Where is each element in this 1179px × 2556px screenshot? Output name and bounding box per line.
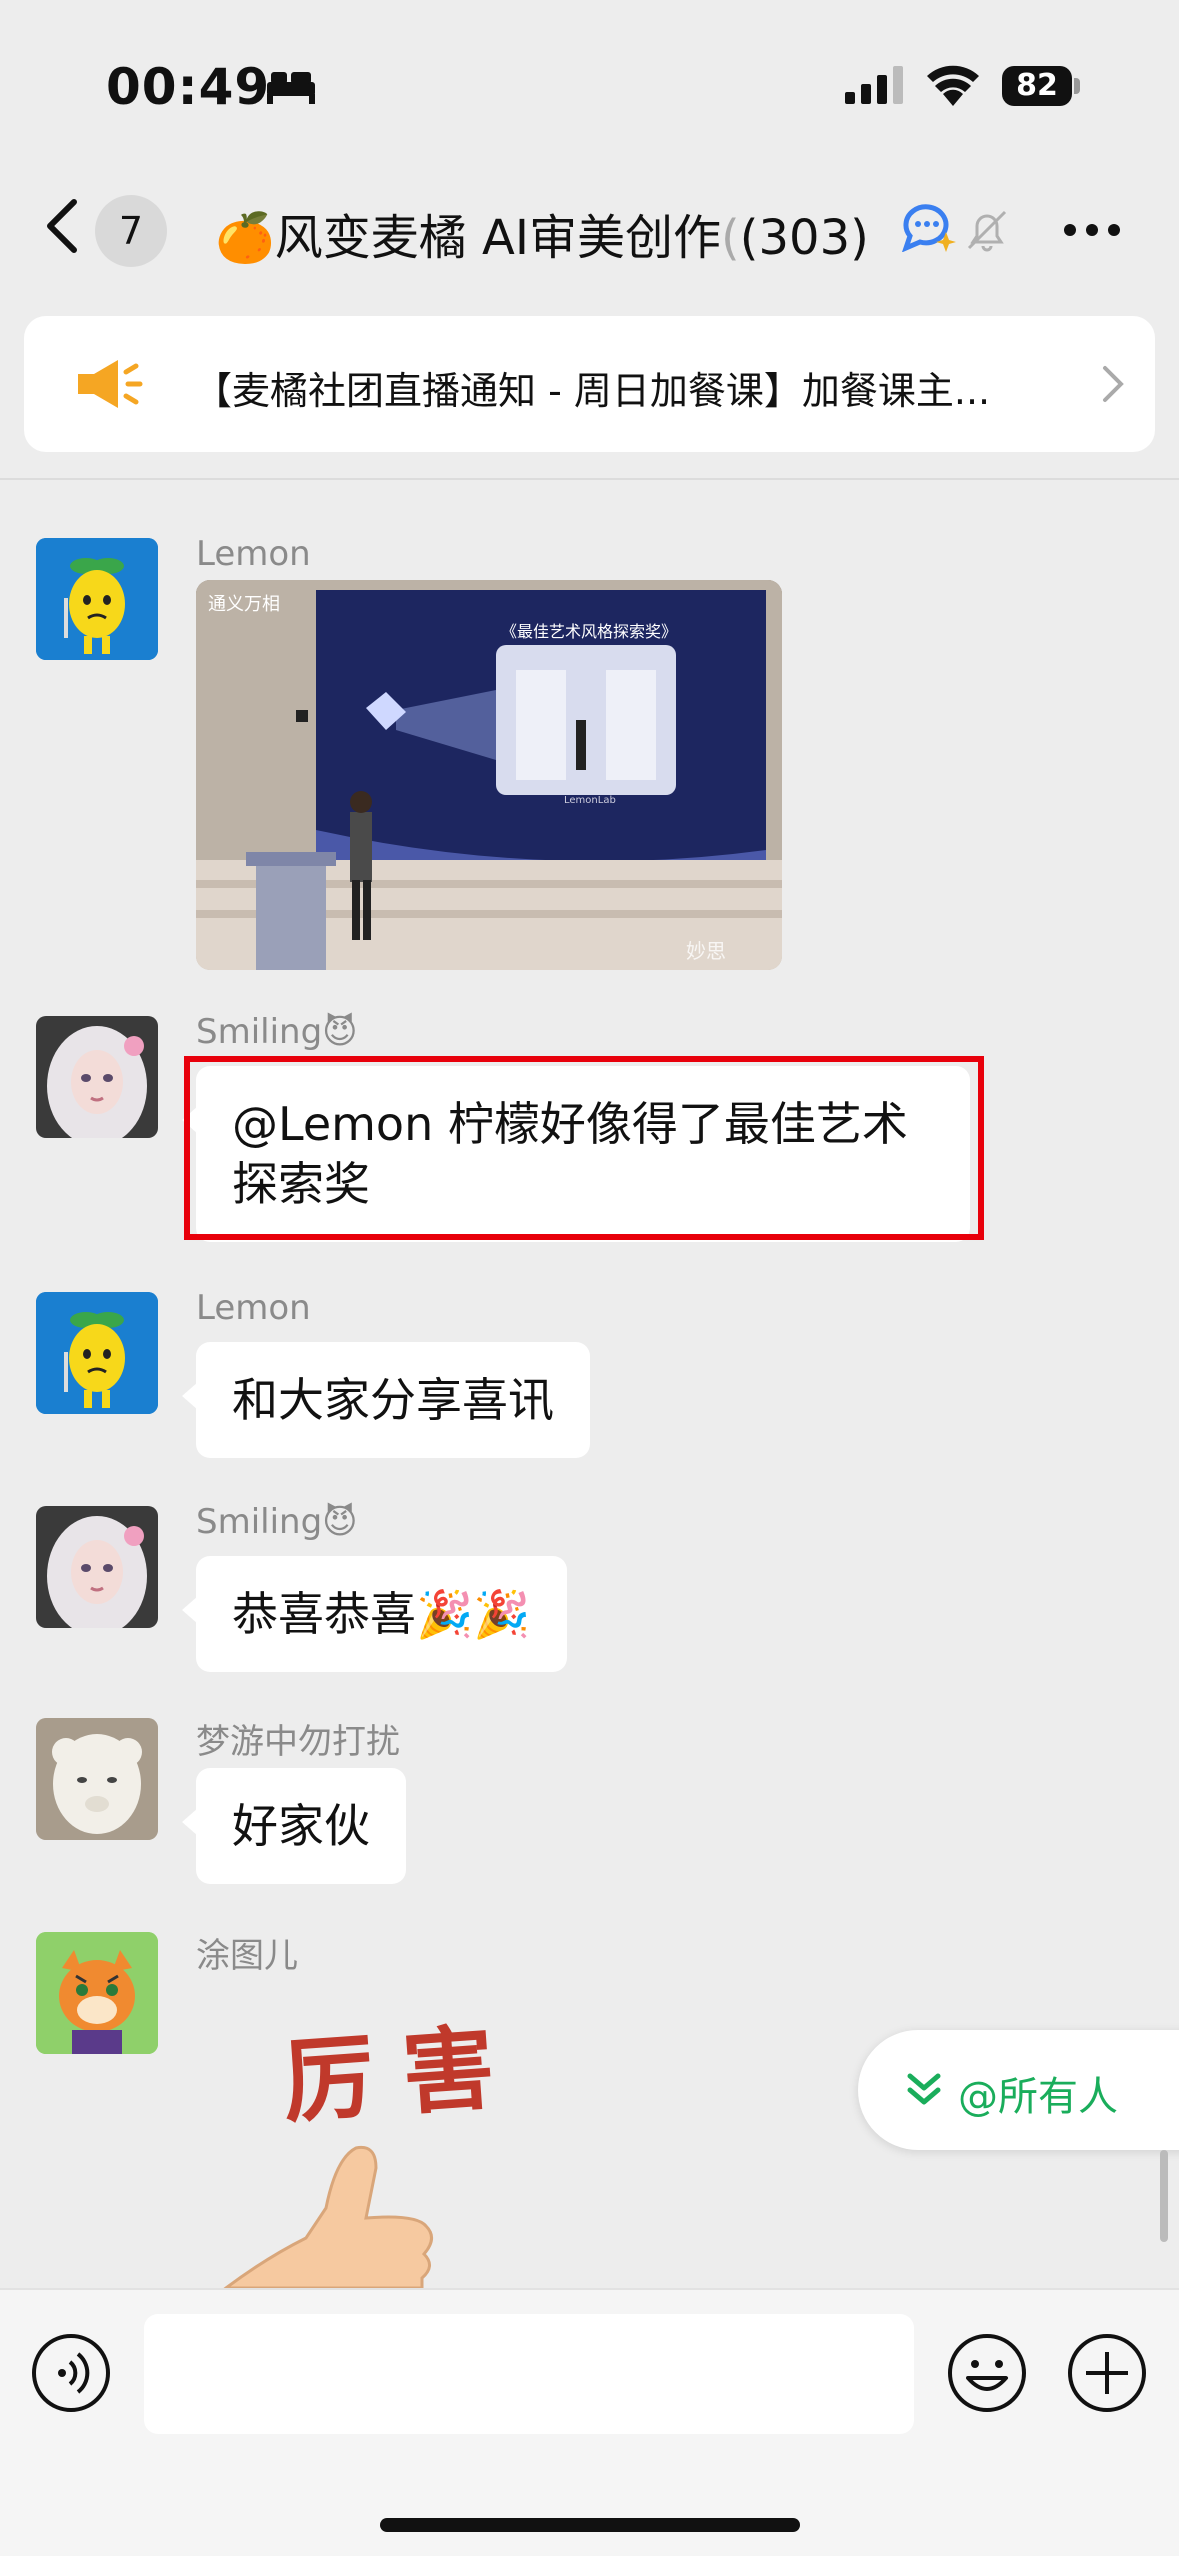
battery-indicator: 82	[1002, 66, 1072, 106]
status-bar: 00:49 82	[0, 0, 1179, 160]
message-bubble[interactable]: 恭喜恭喜🎉🎉	[182, 1556, 567, 1672]
wifi-icon	[927, 65, 979, 106]
sender-name: 涂图儿	[196, 1936, 298, 1976]
sender-name: Smiling😈	[196, 1012, 358, 1052]
photo-caption: LemonLab	[564, 795, 616, 806]
sender-name: Lemon	[196, 534, 311, 574]
battery-cap	[1074, 78, 1080, 94]
double-chevron-down-icon	[907, 2073, 941, 2105]
member-count: (303)	[739, 210, 869, 266]
home-indicator	[380, 2518, 800, 2532]
input-bar	[0, 2288, 1179, 2556]
at-all-mention-button[interactable]: @所有人	[858, 2030, 1179, 2150]
lemon-avatar-art	[36, 1292, 158, 1414]
status-time: 00:49	[106, 58, 271, 116]
group-name: 🍊风变麦橘 AI审美创作	[215, 210, 722, 266]
ai-chat-icon[interactable]	[900, 202, 956, 252]
more-options-icon[interactable]	[1062, 222, 1122, 238]
group-title[interactable]: 🍊风变麦橘 AI审美创作((303)	[215, 198, 869, 268]
award-photo[interactable]: 通义万相 《最佳艺术风格探索奖》 LemonLab 妙思	[196, 580, 782, 970]
avatar-smiling[interactable]	[36, 1506, 158, 1628]
announcement-text: 【麦橘社团直播通知 - 周日加餐课】加餐课主...	[194, 369, 991, 413]
lemon-avatar-art	[36, 538, 158, 660]
sender-name: Lemon	[196, 1288, 311, 1328]
cellular-signal-icon	[845, 66, 903, 104]
sender-name: 梦游中勿打扰	[196, 1722, 400, 1762]
at-all-label: @所有人	[958, 2074, 1118, 2120]
photo-watermark: 妙思	[686, 939, 726, 963]
megaphone-icon	[78, 360, 143, 408]
highlight-annotation-box	[184, 1056, 984, 1240]
back-chevron-icon[interactable]	[40, 198, 90, 254]
girl-avatar-art	[36, 1016, 158, 1138]
avatar-tutuer[interactable]	[36, 1932, 158, 2054]
notice-divider	[0, 478, 1179, 480]
photo-screen-title: 《最佳艺术风格探索奖》	[501, 622, 678, 641]
alpaca-avatar-art	[36, 1718, 158, 1840]
message-bubble[interactable]: 好家伙	[182, 1768, 406, 1884]
pinned-announcement[interactable]: 【麦橘社团直播通知 - 周日加餐课】加餐课主...	[24, 316, 1155, 452]
thumbs-up-sticker[interactable]: 厉害	[196, 2000, 576, 2288]
avatar-lemon[interactable]	[36, 1292, 158, 1414]
tiger-avatar-art	[36, 1932, 158, 2054]
award-stage-image	[196, 580, 782, 970]
girl-avatar-art	[36, 1506, 158, 1628]
avatar-dreamer[interactable]	[36, 1718, 158, 1840]
mute-bell-icon	[967, 210, 1007, 252]
message-bubble[interactable]: 和大家分享喜讯	[182, 1342, 590, 1458]
emoji-icon[interactable]	[946, 2332, 1028, 2414]
chevron-right-icon	[1103, 366, 1124, 402]
avatar-lemon[interactable]	[36, 538, 158, 660]
avatar-smiling[interactable]	[36, 1016, 158, 1138]
photo-logo-text: 通义万相	[208, 594, 280, 615]
sleep-focus-icon	[267, 72, 315, 104]
voice-input-icon[interactable]	[30, 2332, 112, 2414]
sender-name: Smiling😈	[196, 1502, 358, 1542]
plus-icon[interactable]	[1066, 2332, 1148, 2414]
scrollbar[interactable]	[1160, 2150, 1168, 2242]
chat-header: 7 🍊风变麦橘 AI审美创作((303)	[0, 160, 1179, 290]
thumbs-up-icon	[223, 2145, 433, 2288]
unread-count-badge[interactable]: 7	[95, 195, 167, 267]
message-input[interactable]	[144, 2314, 914, 2434]
group-name-fade: (	[721, 210, 740, 266]
